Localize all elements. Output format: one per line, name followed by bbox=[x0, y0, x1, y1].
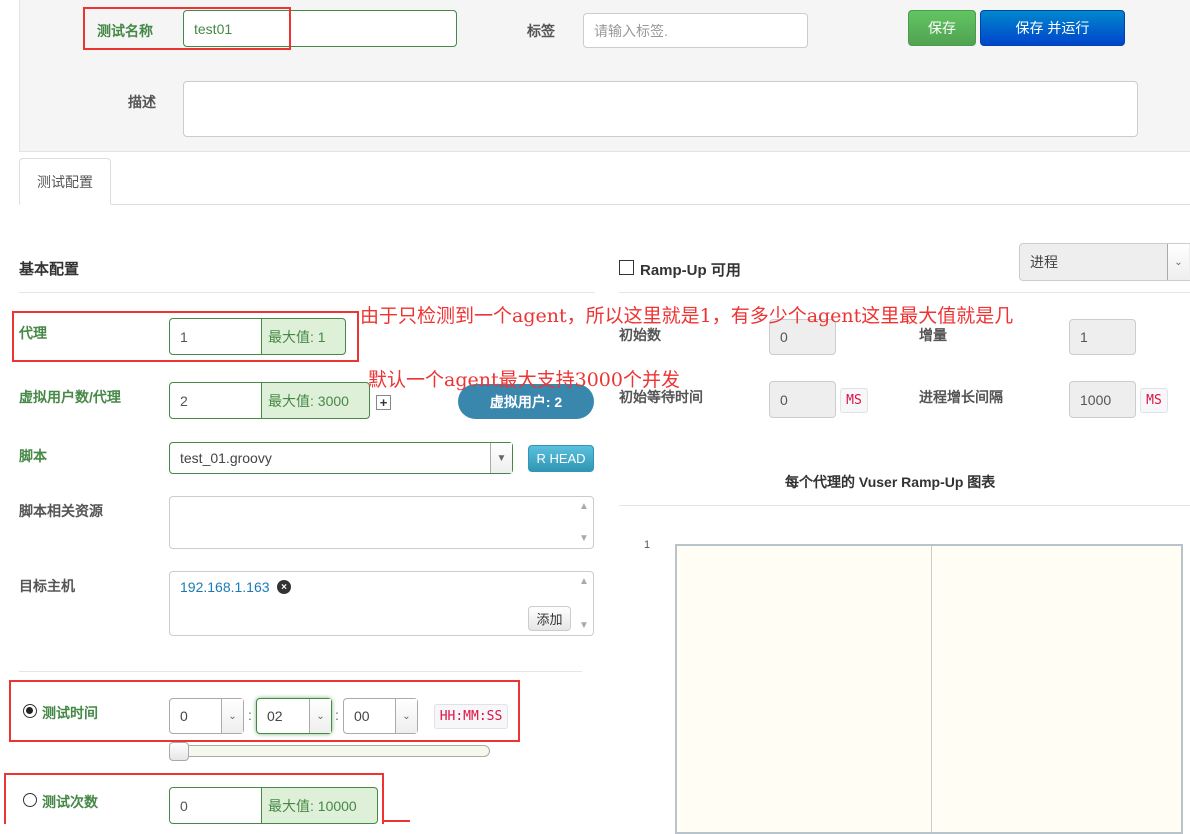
interval-input[interactable]: 1000 bbox=[1069, 381, 1136, 418]
tag-label: 标签 bbox=[527, 23, 555, 39]
init-count-label: 初始数 bbox=[619, 327, 661, 343]
init-wait-input[interactable]: 0 bbox=[769, 381, 836, 418]
scroll-up-icon[interactable]: ▲ bbox=[579, 576, 589, 587]
tag-placeholder: 请输入标签. bbox=[594, 22, 668, 39]
vuser-input[interactable]: 2 bbox=[169, 382, 262, 419]
increment-input[interactable]: 1 bbox=[1069, 319, 1136, 355]
description-label: 描述 bbox=[128, 94, 156, 110]
scrollbar[interactable]: ▲ ▼ bbox=[575, 497, 593, 548]
target-host-ip[interactable]: 192.168.1.163 bbox=[180, 579, 270, 595]
divider bbox=[619, 505, 1190, 506]
resources-textarea[interactable]: ▲ ▼ bbox=[169, 496, 594, 549]
rampup-chart-title: 每个代理的 Vuser Ramp-Up 图表 bbox=[785, 474, 996, 490]
rampup-chart-plot bbox=[675, 544, 1183, 834]
highlight-test-name bbox=[83, 7, 291, 50]
target-host-label: 目标主机 bbox=[19, 578, 75, 594]
init-wait-unit: MS bbox=[840, 388, 868, 413]
chart-y-tick: 1 bbox=[644, 539, 651, 551]
resources-label: 脚本相关资源 bbox=[19, 503, 103, 519]
r-head-button[interactable]: R HEAD bbox=[528, 445, 594, 472]
save-run-button[interactable]: 保存 并运行 bbox=[980, 10, 1125, 46]
script-select[interactable]: test_01.groovy ▼ bbox=[169, 442, 513, 474]
duration-slider-handle[interactable] bbox=[169, 742, 189, 761]
chevron-down-icon: ⌄ bbox=[1167, 244, 1189, 280]
expand-plus-icon[interactable]: + bbox=[376, 395, 391, 410]
target-host-box: 192.168.1.163 × 添加 ▲ ▼ bbox=[169, 571, 594, 636]
divider bbox=[19, 671, 582, 672]
tag-input[interactable]: 请输入标签. bbox=[583, 13, 808, 48]
vuser-max-addon: 最大值: 3000 bbox=[261, 382, 370, 419]
rampup-checkbox[interactable] bbox=[619, 260, 634, 275]
description-textarea[interactable] bbox=[183, 81, 1138, 137]
annotation-agent-note: 由于只检测到一个agent，所以这里就是1，有多少个agent这里最大值就是几 bbox=[360, 305, 1014, 327]
scrollbar[interactable]: ▲ ▼ bbox=[575, 572, 593, 635]
remove-host-icon[interactable]: × bbox=[277, 580, 291, 594]
annotation-vuser-note: 默认一个agent最大支持3000个并发 bbox=[368, 369, 680, 391]
duration-slider-track[interactable] bbox=[169, 745, 490, 757]
script-label: 脚本 bbox=[19, 448, 47, 464]
highlight-duration bbox=[9, 680, 520, 742]
highlight-underline bbox=[384, 820, 410, 822]
rampup-mode-select[interactable]: 进程 ⌄ bbox=[1019, 243, 1190, 281]
rampup-enable-label: Ramp-Up 可用 bbox=[640, 262, 741, 279]
vuser-label: 虚拟用户数/代理 bbox=[19, 389, 121, 405]
script-select-value: test_01.groovy bbox=[180, 450, 272, 466]
divider bbox=[619, 292, 1190, 293]
chart-gridline bbox=[931, 546, 932, 832]
highlight-agent bbox=[12, 311, 359, 362]
scroll-down-icon[interactable]: ▼ bbox=[579, 533, 589, 544]
tab-baseline bbox=[19, 204, 1190, 205]
scroll-up-icon[interactable]: ▲ bbox=[579, 501, 589, 512]
highlight-count bbox=[4, 773, 384, 824]
rampup-mode-value: 进程 bbox=[1030, 254, 1058, 270]
interval-unit: MS bbox=[1140, 388, 1168, 413]
add-host-button[interactable]: 添加 bbox=[528, 606, 571, 631]
chevron-down-icon: ▼ bbox=[490, 443, 512, 473]
divider bbox=[19, 292, 595, 293]
scroll-down-icon[interactable]: ▼ bbox=[579, 620, 589, 631]
increment-label: 增量 bbox=[919, 327, 947, 343]
save-button[interactable]: 保存 bbox=[908, 10, 976, 46]
tab-test-config[interactable]: 测试配置 bbox=[19, 158, 111, 205]
interval-label: 进程增长间隔 bbox=[919, 389, 1003, 405]
basic-config-title: 基本配置 bbox=[19, 261, 80, 278]
